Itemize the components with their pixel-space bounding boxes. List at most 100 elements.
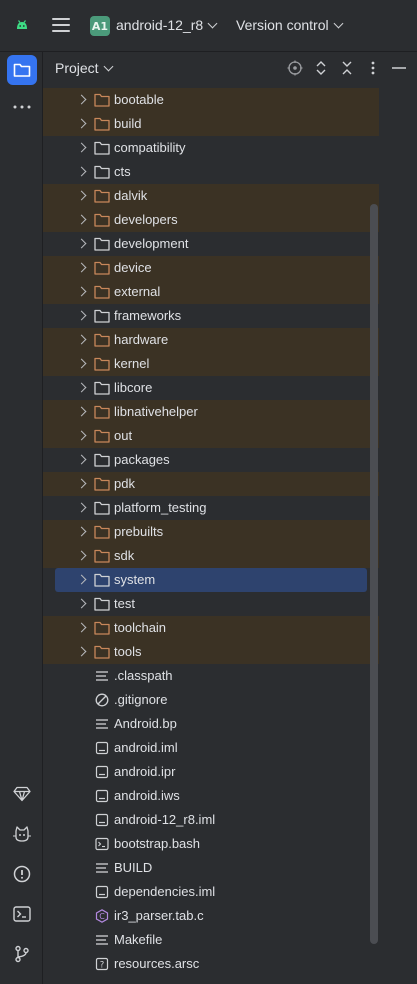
tree-folder-compatibility[interactable]: compatibility [43, 136, 379, 160]
tree-item-label: test [114, 596, 135, 611]
tree-folder-cts[interactable]: cts [43, 160, 379, 184]
collapse-all-button[interactable] [337, 58, 357, 78]
chevron-right-icon[interactable] [76, 190, 87, 201]
chevron-right-icon[interactable] [76, 358, 87, 369]
tree-folder-development[interactable]: development [43, 232, 379, 256]
tree-file-makefile[interactable]: Makefile [43, 928, 379, 952]
tree-item-label: developers [114, 212, 178, 227]
problems-tool-button[interactable] [7, 859, 37, 889]
chevron-right-icon[interactable] [76, 214, 87, 225]
tree-folder-tools[interactable]: tools [43, 640, 379, 664]
tree-item-label: resources.arsc [114, 956, 200, 971]
expand-all-button[interactable] [311, 58, 331, 78]
tree-item-label: cts [114, 164, 131, 179]
chevron-right-icon[interactable] [76, 454, 87, 465]
project-badge[interactable]: A1 [90, 16, 110, 36]
chevron-right-icon[interactable] [76, 526, 87, 537]
hide-panel-button[interactable] [389, 58, 409, 78]
folder-icon [94, 597, 110, 611]
tree-folder-kernel[interactable]: kernel [43, 352, 379, 376]
project-selector[interactable]: android-12_r8 [116, 17, 218, 33]
more-tools-button[interactable] [7, 92, 37, 122]
gem-tool-button[interactable] [7, 779, 37, 809]
tree-folder-packages[interactable]: packages [43, 448, 379, 472]
tree-folder-prebuilts[interactable]: prebuilts [43, 520, 379, 544]
main-menu-icon[interactable] [52, 18, 70, 32]
chevron-right-icon[interactable] [76, 166, 87, 177]
tree-file-android-bp[interactable]: Android.bp [43, 712, 379, 736]
project-tool-button[interactable] [7, 55, 37, 85]
tree-folder-dalvik[interactable]: dalvik [43, 184, 379, 208]
tree-folder-hardware[interactable]: hardware [43, 328, 379, 352]
project-view-selector[interactable]: Project [55, 60, 114, 76]
folder-icon [94, 117, 110, 131]
folder-icon [94, 309, 110, 323]
version-control-menu[interactable]: Version control [236, 17, 344, 33]
tree-folder-toolchain[interactable]: toolchain [43, 616, 379, 640]
tree-file--classpath[interactable]: .classpath [43, 664, 379, 688]
chevron-right-icon[interactable] [76, 598, 87, 609]
tree-file--gitignore[interactable]: .gitignore [43, 688, 379, 712]
chevron-right-icon[interactable] [76, 142, 87, 153]
tree-folder-developers[interactable]: developers [43, 208, 379, 232]
terminal-tool-button[interactable] [7, 899, 37, 929]
tree-item-label: device [114, 260, 152, 275]
module-file-icon [95, 789, 109, 803]
tree-folder-platform-testing[interactable]: platform_testing [43, 496, 379, 520]
folder-icon [94, 213, 110, 227]
tree-folder-system[interactable]: system [55, 568, 367, 592]
android-icon [17, 20, 27, 29]
options-button[interactable] [363, 58, 383, 78]
tree-folder-device[interactable]: device [43, 256, 379, 280]
chevron-right-icon[interactable] [76, 478, 87, 489]
folder-icon [94, 357, 110, 371]
chevron-right-icon[interactable] [76, 286, 87, 297]
chevron-right-icon[interactable] [76, 550, 87, 561]
tree-folder-out[interactable]: out [43, 424, 379, 448]
git-tool-button[interactable] [7, 939, 37, 969]
ignore-icon [95, 693, 109, 707]
tree-folder-test[interactable]: test [43, 592, 379, 616]
module-file-icon [95, 741, 109, 755]
chevron-right-icon[interactable] [76, 622, 87, 633]
chevron-right-icon[interactable] [76, 382, 87, 393]
tree-folder-sdk[interactable]: sdk [43, 544, 379, 568]
folder-icon [94, 477, 110, 491]
chevron-right-icon[interactable] [76, 262, 87, 273]
chevron-right-icon[interactable] [76, 502, 87, 513]
chevron-right-icon[interactable] [76, 334, 87, 345]
tree-folder-frameworks[interactable]: frameworks [43, 304, 379, 328]
tree-file-android-ipr[interactable]: android.ipr [43, 760, 379, 784]
chevron-right-icon[interactable] [76, 310, 87, 321]
tree-file-ir3-parser-tab-c[interactable]: Cir3_parser.tab.c [43, 904, 379, 928]
tree-file-android-iml[interactable]: android.iml [43, 736, 379, 760]
folder-icon [94, 621, 110, 635]
chevron-right-icon[interactable] [76, 118, 87, 129]
chevron-right-icon[interactable] [76, 646, 87, 657]
tree-file-bootstrap-bash[interactable]: bootstrap.bash [43, 832, 379, 856]
tree-file-resources-arsc[interactable]: ? resources.arsc [43, 952, 379, 976]
folder-icon [94, 93, 110, 107]
cat-tool-button[interactable] [7, 819, 37, 849]
panel-title: Project [55, 60, 99, 76]
svg-text:?: ? [100, 961, 105, 971]
chevron-right-icon[interactable] [76, 238, 87, 249]
tree-folder-external[interactable]: external [43, 280, 379, 304]
tree-file-android-iws[interactable]: android.iws [43, 784, 379, 808]
chevron-right-icon[interactable] [76, 430, 87, 441]
chevron-right-icon[interactable] [76, 406, 87, 417]
tree-folder-bootable[interactable]: bootable [43, 88, 379, 112]
tree-folder-libnativehelper[interactable]: libnativehelper [43, 400, 379, 424]
chevron-right-icon[interactable] [76, 574, 87, 585]
locate-button[interactable] [285, 58, 305, 78]
tree-folder-pdk[interactable]: pdk [43, 472, 379, 496]
tree-folder-libcore[interactable]: libcore [43, 376, 379, 400]
folder-icon [94, 645, 110, 659]
tree-file-android-12-r8-iml[interactable]: android-12_r8.iml [43, 808, 379, 832]
tree-file-build[interactable]: BUILD [43, 856, 379, 880]
vertical-scrollbar[interactable] [370, 204, 378, 944]
tree-folder-build[interactable]: build [43, 112, 379, 136]
gem-icon [13, 786, 31, 802]
chevron-right-icon[interactable] [76, 94, 87, 105]
tree-file-dependencies-iml[interactable]: dependencies.iml [43, 880, 379, 904]
